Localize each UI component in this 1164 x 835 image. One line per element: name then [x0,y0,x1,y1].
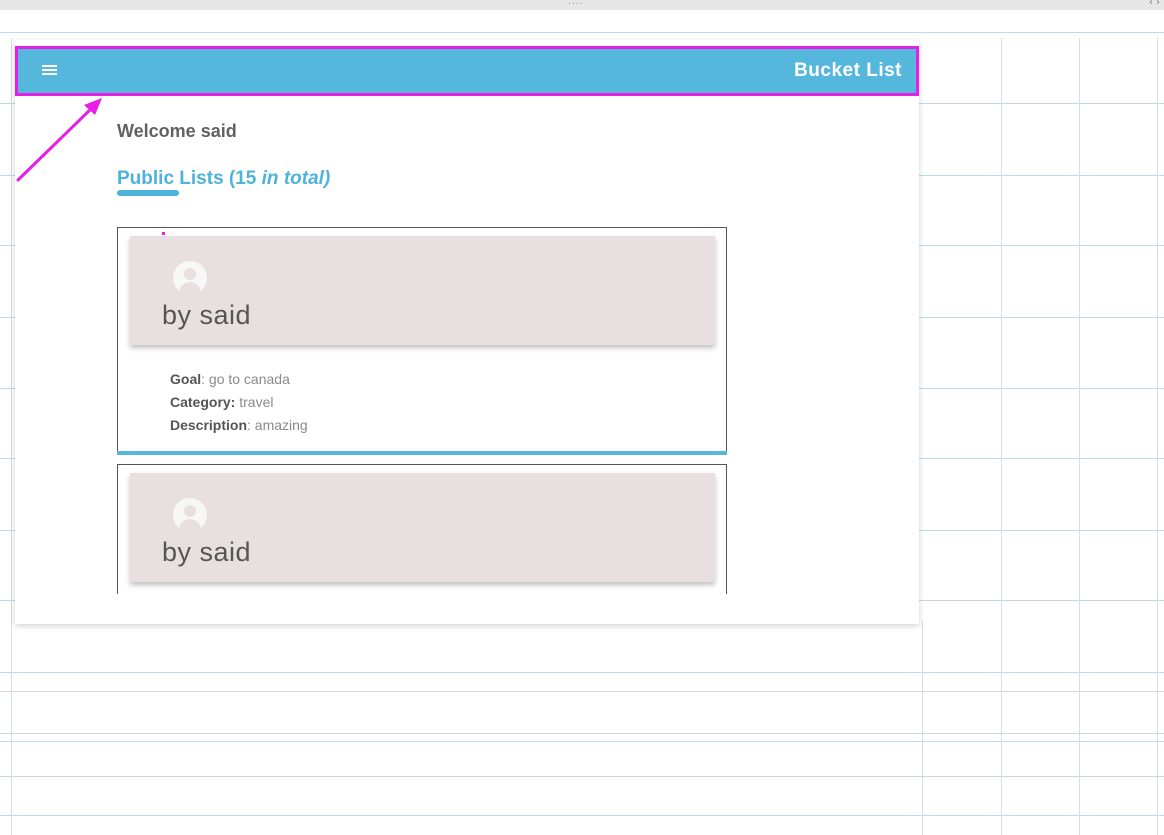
card-header: by said [130,236,715,345]
goal-label: Goal [170,371,202,387]
hamburger-menu-icon [42,69,57,71]
card-details: Goal: go to canada Category: travel Desc… [170,368,308,437]
category-value: travel [235,394,274,410]
public-lists-close: ) [323,168,331,189]
goal-value: : go to canada [201,371,290,387]
list-card[interactable]: by said Goal: go to canada Category: tra… [117,227,727,455]
user-avatar-icon [173,498,207,532]
card-author: by said [162,300,252,330]
goal-row: Goal: go to canada [170,368,308,391]
public-lists-count-suffix: in total [261,168,324,189]
category-row: Category: travel [170,391,308,414]
card-header: by said [130,473,715,582]
app-title: Bucket List [794,60,902,81]
public-lists-label: Public Lists (15 [117,168,262,189]
description-row: Description: amazing [170,414,308,437]
panel-toggle-arrows[interactable]: ‹ › [1149,0,1160,8]
card-author: by said [162,537,252,567]
card-divider [117,451,727,455]
hamburger-menu-icon [42,65,57,67]
description-value: : amazing [247,417,308,433]
menu-button[interactable] [42,63,62,79]
marker-dot [162,232,165,235]
app-frame: Bucket List Welcome said Public Lists (1… [15,40,919,624]
editor-top-strip: .... ‹ › [0,0,1164,10]
category-label: Category: [170,394,236,410]
user-avatar-icon [173,261,207,295]
public-lists-heading: Public Lists (15 in total) [117,168,330,190]
heading-underline [117,190,179,196]
welcome-message: Welcome said [117,121,237,141]
public-list-scroll[interactable]: by said Goal: go to canada Category: tra… [115,226,729,594]
resize-grip[interactable]: .... [568,0,583,7]
app-bar: Bucket List [15,46,919,96]
description-label: Description [170,417,248,433]
list-card[interactable]: by said [117,464,727,594]
hamburger-menu-icon [42,73,57,75]
